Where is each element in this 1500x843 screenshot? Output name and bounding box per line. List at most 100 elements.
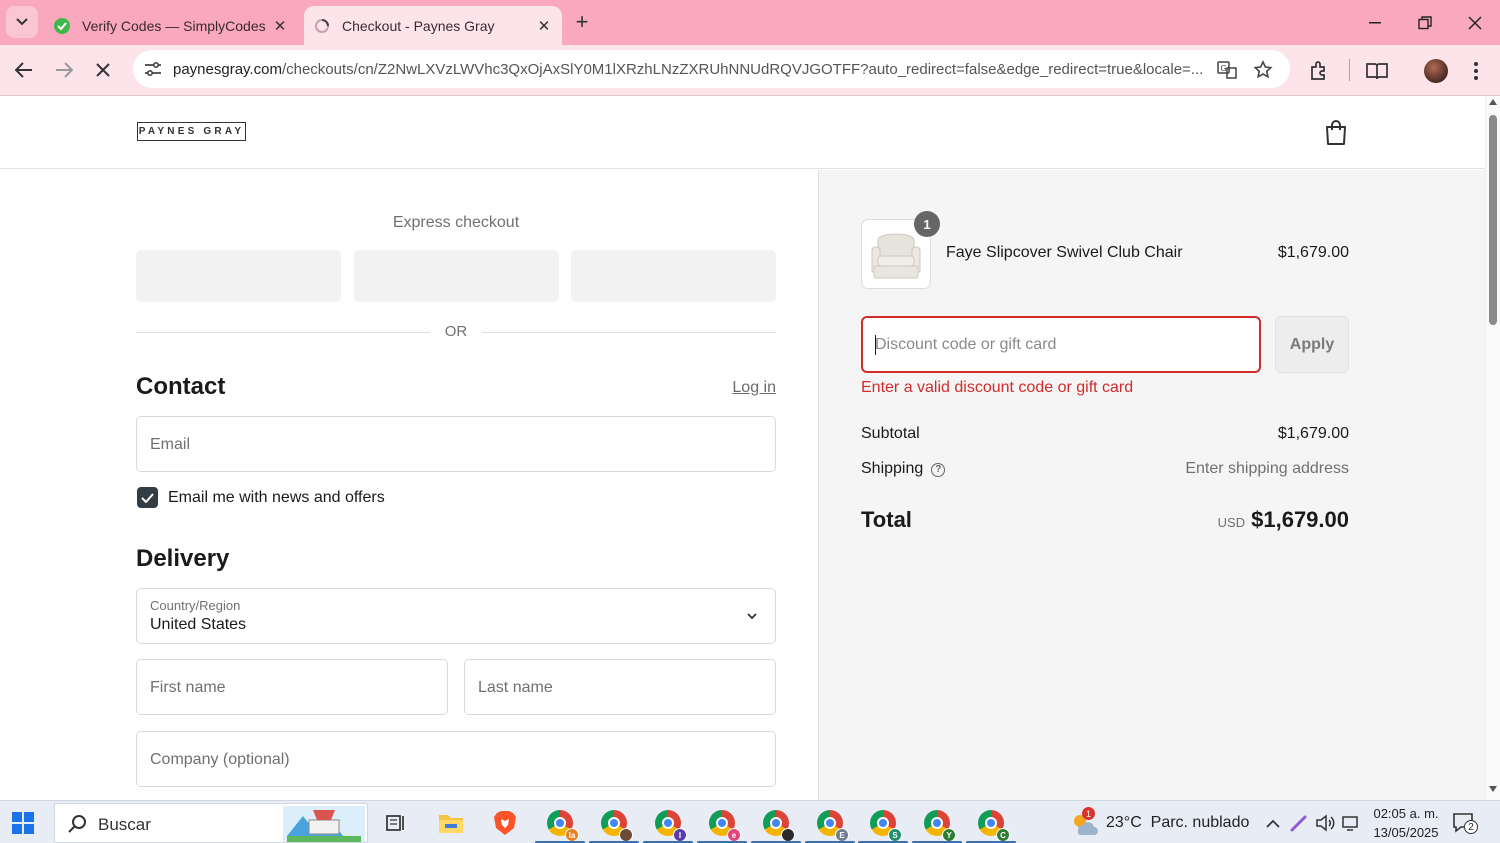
discount-input[interactable] (875, 333, 1245, 357)
shipping-label: Shipping (861, 460, 924, 477)
help-icon[interactable]: ? (931, 462, 946, 477)
email-field[interactable]: Email (136, 416, 776, 472)
arrow-left-icon (15, 62, 32, 78)
chrome-profile-photo-icon[interactable] (589, 806, 639, 843)
profile-badge: S (888, 828, 902, 842)
stop-loading-button[interactable] (87, 54, 119, 86)
pen-icon[interactable] (1288, 812, 1310, 834)
discount-error-message: Enter a valid discount code or gift card (861, 379, 1134, 396)
brave-browser-icon[interactable] (488, 806, 522, 840)
reading-mode-icon[interactable] (1364, 58, 1390, 84)
tab-title: Verify Codes — SimplyCodes (82, 17, 266, 34)
chrome-profile-S-icon[interactable]: S (858, 806, 908, 843)
tab-search-button[interactable] (6, 6, 38, 38)
chrome-profile-la-icon[interactable]: la (535, 806, 585, 843)
network-icon[interactable] (1340, 812, 1362, 834)
site-logo[interactable]: PAYNES GRAY (137, 122, 246, 141)
forward-button[interactable] (48, 54, 80, 86)
task-view-icon[interactable] (379, 806, 413, 840)
profile-badge: e (727, 828, 741, 842)
search-highlight-illustration (283, 806, 365, 842)
close-tab-icon[interactable]: ✕ (532, 14, 556, 38)
weather-widget[interactable]: 1 23°C Parc. nublado (1070, 807, 1250, 837)
delivery-heading: Delivery (136, 545, 230, 572)
company-placeholder: Company (optional) (150, 751, 290, 768)
minimize-icon (1369, 21, 1381, 23)
chrome-profile-e-icon[interactable]: e (697, 806, 747, 843)
apply-discount-button[interactable]: Apply (1275, 316, 1349, 373)
profile-badge: la (565, 828, 579, 842)
express-pay-button-2[interactable] (354, 250, 559, 302)
tab-verify-codes[interactable]: Verify Codes — SimplyCodes ✕ (44, 6, 298, 45)
search-text: Buscar (98, 815, 151, 834)
taskbar-search[interactable]: Buscar (54, 803, 368, 843)
order-summary: 1 Faye Slipcover Swivel Club Chair $1,67… (818, 170, 1485, 800)
chrome-profile-C-icon[interactable]: C (966, 806, 1016, 843)
profile-badge: Y (942, 828, 956, 842)
profile-badge: I (673, 828, 687, 842)
new-tab-button[interactable]: + (568, 8, 596, 36)
first-name-placeholder: First name (150, 679, 226, 696)
profile-avatar[interactable] (1423, 58, 1449, 84)
extensions-icon[interactable] (1306, 58, 1332, 84)
back-button[interactable] (8, 54, 40, 86)
partly-cloudy-icon: 1 (1070, 807, 1098, 835)
notification-count: 2 (1464, 820, 1478, 834)
chrome-profile-E-icon[interactable]: E (805, 806, 855, 843)
translate-icon[interactable]: G (1216, 59, 1238, 81)
windows-start-icon[interactable] (10, 810, 36, 836)
site-info-icon[interactable] (143, 59, 163, 79)
express-pay-button-3[interactable] (571, 250, 776, 302)
login-link[interactable]: Log in (700, 379, 776, 397)
bookmark-star-icon[interactable] (1252, 59, 1274, 81)
chevron-down-icon (747, 613, 757, 620)
notification-center-icon[interactable]: 2 (1452, 811, 1478, 835)
minimize-button[interactable] (1350, 0, 1400, 45)
divider (136, 332, 430, 333)
restore-button[interactable] (1400, 0, 1450, 45)
total-label: Total (861, 507, 912, 532)
tab-title: Checkout - Paynes Gray (342, 17, 495, 34)
scroll-up-arrow[interactable] (1489, 99, 1497, 105)
volume-icon[interactable] (1314, 812, 1336, 834)
or-divider-text: OR (444, 323, 468, 340)
checkout-form-column: Express checkout OR Contact Log in Email… (0, 170, 818, 800)
country-select[interactable]: Country/Region United States (136, 588, 776, 644)
total-row: Total USD $1,679.00 (861, 507, 1349, 533)
discount-field[interactable] (861, 316, 1261, 373)
scroll-thumb[interactable] (1489, 115, 1497, 325)
newsletter-label: Email me with news and offers (168, 489, 385, 506)
browser-menu-icon[interactable] (1463, 58, 1489, 84)
newsletter-checkbox[interactable] (137, 487, 158, 508)
checkout-page: PAYNES GRAY Express checkout OR Contact … (0, 97, 1485, 800)
url-path: /checkouts/cn/Z2NwLXVzLWVhc3QxOjAxSlY0M1… (281, 60, 1203, 78)
chevron-up-icon[interactable] (1262, 812, 1284, 834)
tab-checkout[interactable]: Checkout - Paynes Gray ✕ (304, 6, 562, 45)
contact-heading: Contact (136, 373, 226, 400)
file-explorer-icon[interactable] (434, 806, 468, 840)
express-pay-button-1[interactable] (136, 250, 341, 302)
toolbar-separator (1349, 59, 1350, 81)
url-text: paynesgray.com/checkouts/cn/Z2NwLXVzLWVh… (173, 61, 1203, 78)
profile-badge: C (996, 828, 1010, 842)
shipping-row: Shipping? Enter shipping address (861, 460, 1349, 478)
weather-text: 23°C Parc. nublado (1106, 814, 1250, 831)
shopping-bag-icon[interactable] (1323, 119, 1349, 147)
close-window-button[interactable] (1450, 0, 1500, 45)
first-name-field[interactable]: First name (136, 659, 448, 715)
scroll-down-arrow[interactable] (1489, 786, 1497, 792)
company-field[interactable]: Company (optional) (136, 731, 776, 787)
close-icon (96, 63, 110, 77)
profile-badge (619, 828, 633, 842)
close-tab-icon[interactable]: ✕ (268, 14, 292, 38)
last-name-field[interactable]: Last name (464, 659, 776, 715)
chrome-profile-Y-icon[interactable]: Y (912, 806, 962, 843)
product-price: $1,679.00 (1277, 244, 1349, 261)
address-bar[interactable]: paynesgray.com/checkouts/cn/Z2NwLXVzLWVh… (133, 50, 1290, 88)
arrow-right-icon (56, 62, 73, 78)
chrome-profile-i-icon[interactable]: I (643, 806, 693, 843)
page-scrollbar[interactable] (1485, 97, 1500, 800)
system-clock[interactable]: 02:05 a. m. 13/05/2025 (1368, 804, 1444, 842)
loading-spinner-icon (314, 18, 330, 34)
chrome-profile-dark-icon[interactable] (751, 806, 801, 843)
